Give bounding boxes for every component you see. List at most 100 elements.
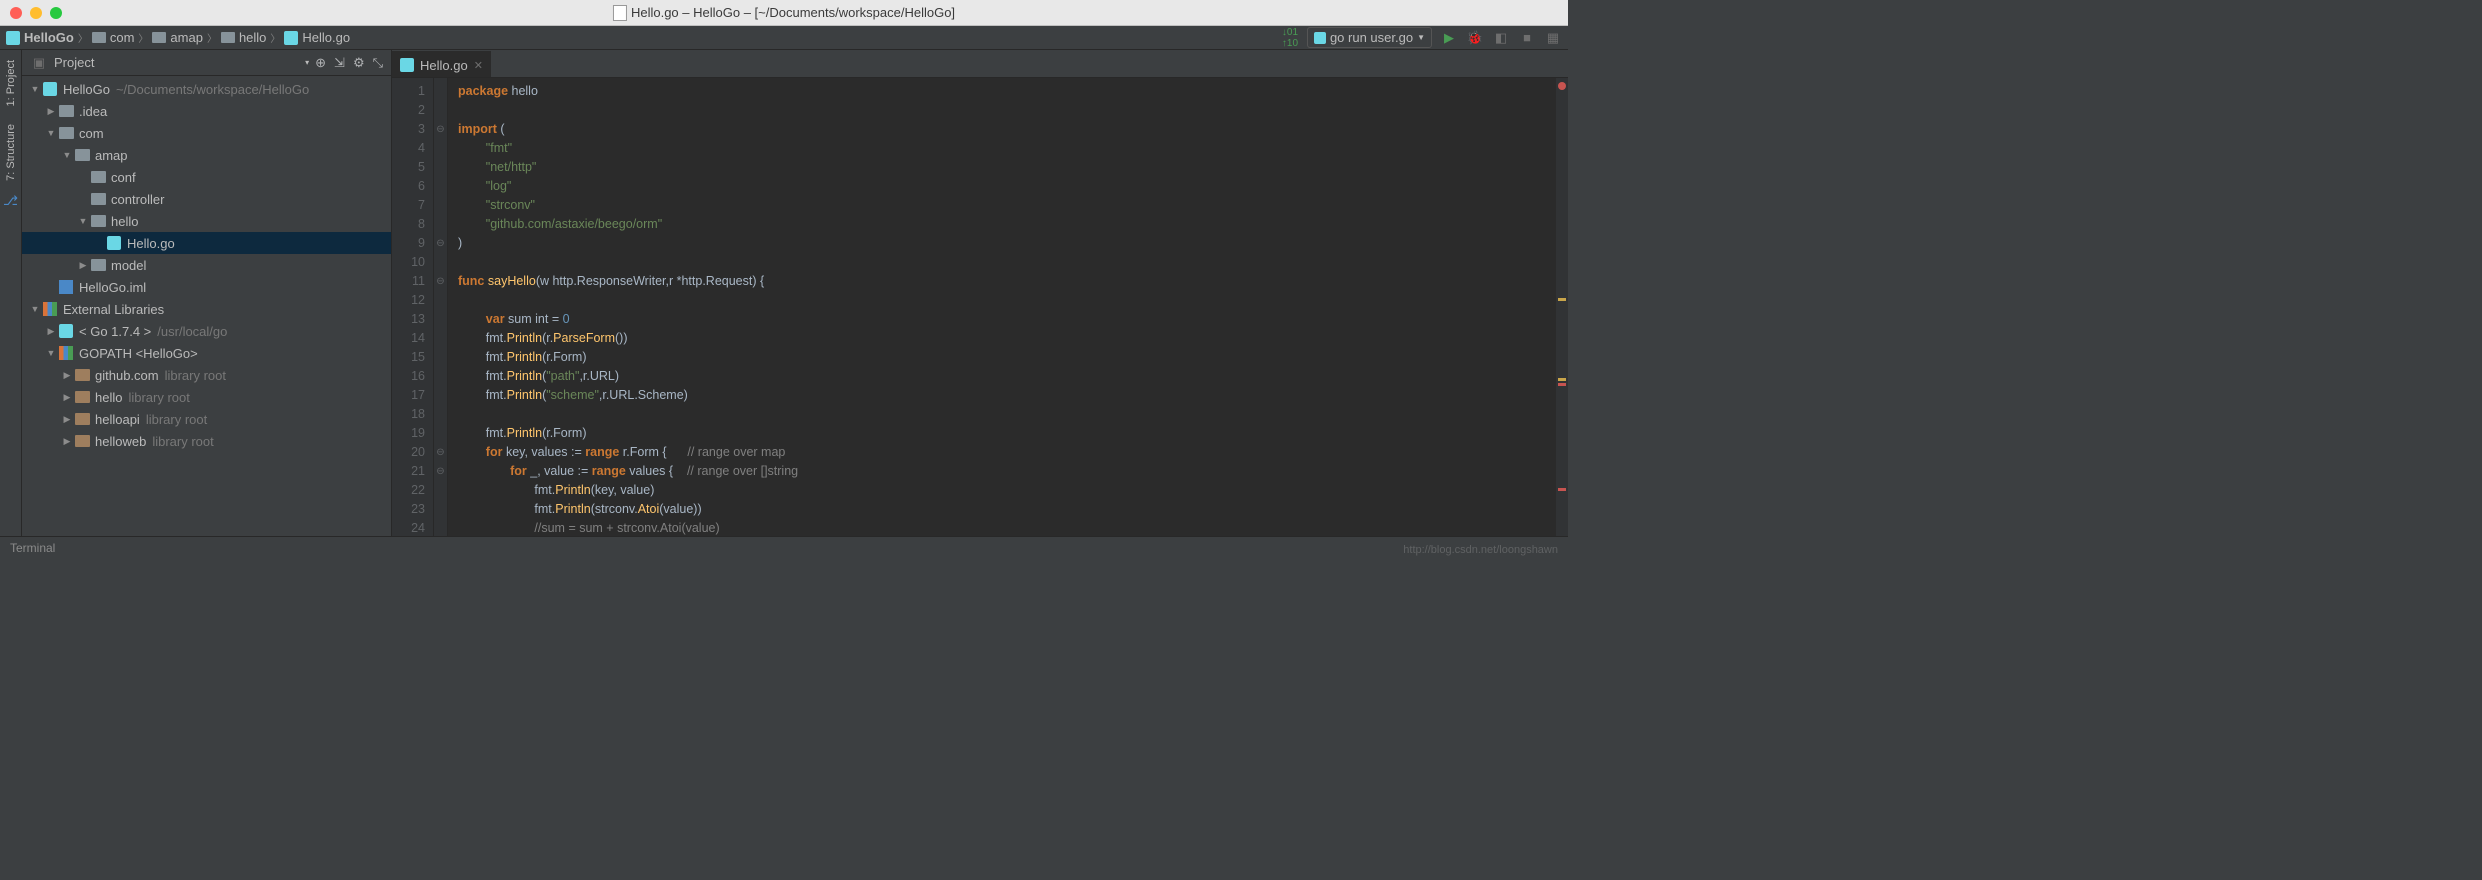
view-mode-icon[interactable]: ▣ <box>30 54 48 72</box>
tree-row[interactable]: ▶github.comlibrary root <box>22 364 391 386</box>
stop-button[interactable]: ■ <box>1518 29 1536 47</box>
tree-label: hello <box>111 214 138 229</box>
editor-panel: Hello.go ✕ 12345678910111213141516171819… <box>392 50 1568 536</box>
tree-toggle-icon[interactable]: ▶ <box>76 260 90 271</box>
tree-row[interactable]: conf <box>22 166 391 188</box>
stripe-mark[interactable] <box>1558 383 1566 386</box>
folder-icon <box>74 148 90 162</box>
stripe-mark[interactable] <box>1558 298 1566 301</box>
tree-row[interactable]: ▶.idea <box>22 100 391 122</box>
breadcrumb-item[interactable]: com <box>92 30 135 45</box>
collapse-icon[interactable]: ⇲ <box>334 55 345 71</box>
vcs-icon[interactable]: ⎇ <box>3 193 19 209</box>
tree-hint: library root <box>128 390 189 405</box>
tree-toggle-icon[interactable]: ▼ <box>44 348 58 358</box>
tree-row[interactable]: ▼ hello <box>22 210 391 232</box>
window-maximize-button[interactable] <box>50 7 62 19</box>
tree-toggle-icon[interactable]: ▶ <box>60 436 74 447</box>
breadcrumb-label: com <box>110 30 135 45</box>
stripe-mark[interactable] <box>1558 488 1566 491</box>
tree-row[interactable]: ▶model <box>22 254 391 276</box>
tree-toggle-icon[interactable]: ▶ <box>60 392 74 403</box>
tree-toggle-icon[interactable]: ▼ <box>28 84 42 94</box>
tree-toggle-icon[interactable]: ▶ <box>60 370 74 381</box>
tree-toggle-icon[interactable]: ▼ <box>60 150 74 160</box>
code-editor[interactable]: package helloimport ( "fmt" "net/http" "… <box>448 78 1556 536</box>
tree-row[interactable]: controller <box>22 188 391 210</box>
tree-row[interactable]: Hello.go <box>22 232 391 254</box>
editor-tab-hello-go[interactable]: Hello.go ✕ <box>392 51 491 77</box>
breadcrumb-label: amap <box>170 30 203 45</box>
breadcrumb-item[interactable]: hello <box>221 30 266 45</box>
tree-row[interactable]: ▼ GOPATH <HelloGo> <box>22 342 391 364</box>
line-number-gutter[interactable]: 123456789101112131415161718192021222324 <box>392 78 434 536</box>
tool-tab-structure[interactable]: 7: Structure <box>3 118 19 187</box>
layout-settings-icon[interactable]: ▦ <box>1544 29 1562 47</box>
folder-icon <box>90 258 106 272</box>
tree-toggle-icon[interactable]: ▶ <box>60 414 74 425</box>
tree-hint: /usr/local/go <box>157 324 227 339</box>
go-icon <box>284 31 298 45</box>
tree-row[interactable]: ▶helloapilibrary root <box>22 408 391 430</box>
error-summary-icon[interactable] <box>1558 82 1566 90</box>
stripe-mark[interactable] <box>1558 378 1566 381</box>
breadcrumb-item[interactable]: HelloGo <box>6 30 74 45</box>
folder-icon <box>90 170 106 184</box>
window-title: Hello.go – HelloGo – [~/Documents/worksp… <box>613 5 955 21</box>
tool-tab-project[interactable]: 1: Project <box>3 54 19 112</box>
tree-row[interactable]: ▼amap <box>22 144 391 166</box>
tree-toggle-icon[interactable]: ▶ <box>44 326 58 337</box>
tree-label: helloweb <box>95 434 146 449</box>
locate-icon[interactable]: ⊕ <box>315 55 326 71</box>
tree-label: HelloGo.iml <box>79 280 146 295</box>
folder-icon <box>221 32 235 43</box>
tree-hint: ~/Documents/workspace/HelloGo <box>116 82 309 97</box>
document-icon <box>613 5 627 21</box>
folder-icon <box>58 104 74 118</box>
hide-panel-icon[interactable]: ⤡ <box>373 55 383 71</box>
close-tab-icon[interactable]: ✕ <box>474 59 483 72</box>
run-button[interactable]: ▶ <box>1440 29 1458 47</box>
coverage-button[interactable]: ◧ <box>1492 29 1510 47</box>
project-panel-title[interactable]: Project ▾ <box>54 55 309 70</box>
settings-gear-icon[interactable]: ⚙ <box>353 55 365 71</box>
window-close-button[interactable] <box>10 7 22 19</box>
error-stripe[interactable] <box>1556 78 1568 536</box>
tree-row[interactable]: ▶< Go 1.7.4 >/usr/local/go <box>22 320 391 342</box>
watermark-text: http://blog.csdn.net/loongshawn <box>1403 544 1558 556</box>
tree-toggle-icon[interactable]: ▼ <box>28 304 42 314</box>
iml-icon <box>58 280 74 294</box>
terminal-tab[interactable]: Terminal <box>10 541 55 555</box>
project-panel-header: ▣ Project ▾ ⊕ ⇲ ⚙ ⤡ <box>22 50 391 76</box>
tree-label: GOPATH <HelloGo> <box>79 346 198 361</box>
tree-toggle-icon[interactable]: ▼ <box>44 128 58 138</box>
breadcrumb-item[interactable]: amap <box>152 30 203 45</box>
project-tree[interactable]: ▼HelloGo~/Documents/workspace/HelloGo▶.i… <box>22 76 391 536</box>
tree-row[interactable]: ▼com <box>22 122 391 144</box>
tree-hint: library root <box>146 412 207 427</box>
chevron-right-icon: 〉 <box>205 30 219 45</box>
breadcrumb-item[interactable]: Hello.go <box>284 30 350 45</box>
tree-label: hello <box>95 390 122 405</box>
window-minimize-button[interactable] <box>30 7 42 19</box>
editor-tab-label: Hello.go <box>420 58 468 73</box>
tree-row[interactable]: ▶ hello library root <box>22 386 391 408</box>
tree-row[interactable]: ▼External Libraries <box>22 298 391 320</box>
tree-row[interactable]: ▶helloweblibrary root <box>22 430 391 452</box>
folder-icon <box>90 192 106 206</box>
editor-tabs: Hello.go ✕ <box>392 50 1568 78</box>
lib-icon <box>42 302 58 316</box>
breadcrumb-label: HelloGo <box>24 30 74 45</box>
make-project-icon[interactable]: ↓01↑10 <box>1281 29 1299 47</box>
pkg-icon <box>74 368 90 382</box>
debug-button[interactable]: 🐞 <box>1466 29 1484 47</box>
tree-label: conf <box>111 170 136 185</box>
fold-gutter[interactable]: ⊖⊖⊖⊖⊖ <box>434 78 448 536</box>
pkg-icon <box>74 412 90 426</box>
left-tool-strip: 1: Project 7: Structure ⎇ <box>0 50 22 536</box>
tree-toggle-icon[interactable]: ▶ <box>44 106 58 117</box>
tree-toggle-icon[interactable]: ▼ <box>76 216 90 226</box>
run-configuration-selector[interactable]: go run user.go ▼ <box>1307 27 1432 48</box>
tree-row[interactable]: ▼HelloGo~/Documents/workspace/HelloGo <box>22 78 391 100</box>
tree-row[interactable]: HelloGo.iml <box>22 276 391 298</box>
